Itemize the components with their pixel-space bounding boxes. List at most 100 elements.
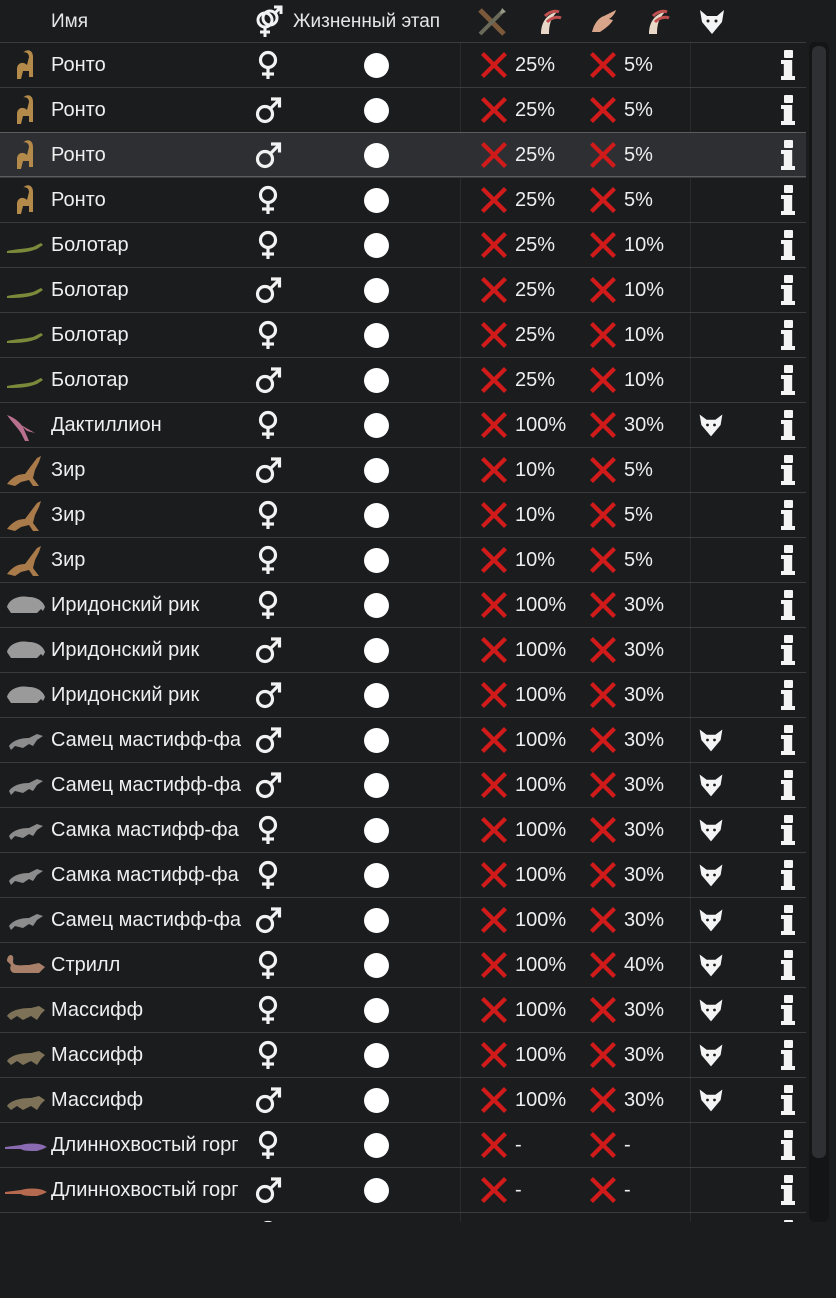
vertical-scrollbar[interactable] [809, 42, 829, 1222]
hunt-toggle[interactable] [476, 448, 512, 492]
table-row[interactable]: Массифф 100% 30% [0, 987, 806, 1032]
info-button[interactable] [776, 673, 800, 717]
table-row[interactable]: Болотар 25% 10% [0, 222, 806, 267]
animal-name[interactable]: Ронто [51, 178, 249, 222]
tame-toggle[interactable] [585, 88, 621, 132]
hunt-toggle[interactable] [476, 493, 512, 537]
hand-icon[interactable] [588, 6, 620, 38]
hunt-toggle[interactable] [476, 133, 512, 177]
hunt-icon[interactable] [476, 6, 508, 38]
info-button[interactable] [776, 988, 800, 1032]
animal-name[interactable]: Длиннохвостый горг [51, 1123, 249, 1167]
animal-name[interactable]: Ронто [51, 88, 249, 132]
hunt-toggle[interactable] [476, 1033, 512, 1077]
animal-name[interactable]: Массифф [51, 988, 249, 1032]
hunt-toggle[interactable] [476, 1078, 512, 1122]
tame-toggle[interactable] [585, 1033, 621, 1077]
tame-toggle[interactable] [585, 313, 621, 357]
info-button[interactable] [776, 403, 800, 447]
info-button[interactable] [776, 718, 800, 762]
table-row[interactable]: Длиннохвостый горг - - [0, 1167, 806, 1212]
hunt-toggle[interactable] [476, 178, 512, 222]
table-row[interactable]: Дактиллион 100% 30% [0, 402, 806, 447]
table-row[interactable]: Ронто 25% 5% [0, 87, 806, 132]
tame-toggle[interactable] [585, 1168, 621, 1212]
animal-name[interactable]: Зир [51, 493, 249, 537]
hunt-toggle[interactable] [476, 898, 512, 942]
tame-toggle[interactable] [585, 988, 621, 1032]
table-row[interactable]: Болотар 25% 10% [0, 267, 806, 312]
tame-toggle[interactable] [585, 673, 621, 717]
animal-name[interactable]: Иридонский рик [51, 673, 249, 717]
tame-toggle[interactable] [585, 1123, 621, 1167]
animal-name[interactable]: Зир [51, 448, 249, 492]
hunt-toggle[interactable] [476, 1213, 512, 1222]
table-row[interactable]: Массифф 100% 30% [0, 1032, 806, 1077]
table-row[interactable]: Ронто 25% 5% [0, 132, 806, 177]
tame-toggle[interactable] [585, 403, 621, 447]
info-button[interactable] [776, 493, 800, 537]
table-row[interactable]: Ронто 25% 5% [0, 42, 806, 87]
tame-toggle[interactable] [585, 223, 621, 267]
hunt-toggle[interactable] [476, 538, 512, 582]
tame-toggle[interactable] [585, 538, 621, 582]
info-button[interactable] [776, 628, 800, 672]
tame-toggle[interactable] [585, 1213, 621, 1222]
tame-toggle[interactable] [585, 853, 621, 897]
table-row[interactable]: Болотар 25% 10% [0, 312, 806, 357]
tame-toggle[interactable] [585, 358, 621, 402]
hunt-toggle[interactable] [476, 88, 512, 132]
animal-name[interactable]: Длиннохвостый горг [51, 1168, 249, 1212]
hunt-toggle[interactable] [476, 358, 512, 402]
hunt-toggle[interactable] [476, 583, 512, 627]
predator-wolf-icon[interactable] [696, 6, 728, 38]
info-button[interactable] [776, 43, 800, 87]
info-button[interactable] [776, 1168, 800, 1212]
animal-name[interactable]: Дактиллион [51, 403, 249, 447]
table-row[interactable]: Зир 10% 5% [0, 537, 806, 582]
column-header-name[interactable]: Имя [51, 0, 88, 44]
hunt-toggle[interactable] [476, 1123, 512, 1167]
hunt-toggle[interactable] [476, 763, 512, 807]
info-button[interactable] [776, 268, 800, 312]
tame-toggle[interactable] [585, 898, 621, 942]
table-row[interactable]: Иридонский рик 100% 30% [0, 582, 806, 627]
info-button[interactable] [776, 1123, 800, 1167]
table-row[interactable]: Зир 10% 5% [0, 492, 806, 537]
claw-icon[interactable] [641, 6, 673, 38]
column-header-gender[interactable] [252, 0, 284, 44]
tame-toggle[interactable] [585, 493, 621, 537]
tame-toggle[interactable] [585, 133, 621, 177]
column-header-life-stage[interactable]: Жизненный этап [293, 0, 460, 44]
info-button[interactable] [776, 853, 800, 897]
animal-name[interactable]: Массифф [51, 1033, 249, 1077]
animal-name[interactable] [51, 1213, 249, 1222]
info-button[interactable] [776, 583, 800, 627]
hunt-toggle[interactable] [476, 1168, 512, 1212]
tame-toggle[interactable] [585, 583, 621, 627]
animal-name[interactable]: Самец мастифф-фа [51, 718, 249, 762]
animal-name[interactable]: Болотар [51, 313, 249, 357]
tame-toggle[interactable] [585, 628, 621, 672]
hunt-toggle[interactable] [476, 43, 512, 87]
tame-toggle[interactable] [585, 808, 621, 852]
table-row[interactable]: Самец мастифф-фа 100% 30% [0, 717, 806, 762]
table-row[interactable]: Массифф 100% 30% [0, 1077, 806, 1122]
tame-toggle[interactable] [585, 268, 621, 312]
tame-toggle[interactable] [585, 43, 621, 87]
animal-name[interactable]: Болотар [51, 223, 249, 267]
table-row[interactable]: Самка мастифф-фа 100% 30% [0, 807, 806, 852]
info-button[interactable] [776, 133, 800, 177]
table-row[interactable]: Самец мастифф-фа 100% 30% [0, 762, 806, 807]
table-row[interactable]: Болотар 25% 10% [0, 357, 806, 402]
info-button[interactable] [776, 223, 800, 267]
hunt-toggle[interactable] [476, 718, 512, 762]
table-row[interactable]: Самка мастифф-фа 100% 30% [0, 852, 806, 897]
animal-name[interactable]: Ронто [51, 43, 249, 87]
animal-name[interactable]: Самец мастифф-фа [51, 763, 249, 807]
info-button[interactable] [776, 178, 800, 222]
info-button[interactable] [776, 88, 800, 132]
info-button[interactable] [776, 1033, 800, 1077]
table-row[interactable] [0, 1212, 806, 1222]
info-button[interactable] [776, 808, 800, 852]
